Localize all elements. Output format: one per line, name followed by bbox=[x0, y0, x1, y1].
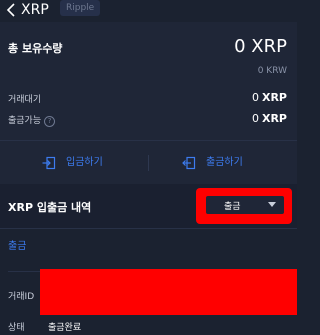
back-arrow-icon[interactable] bbox=[4, 0, 20, 20]
coin-name-badge: Ripple bbox=[60, 0, 101, 16]
available-unit: XRP bbox=[261, 112, 287, 125]
status-label: 상태 bbox=[8, 323, 25, 333]
available-label: 출금가능 bbox=[8, 116, 42, 126]
total-holdings-value: 0 XRP bbox=[234, 36, 287, 57]
coin-symbol: XRP bbox=[21, 2, 49, 18]
txid-label: 거래ID bbox=[8, 292, 35, 302]
withdraw-icon bbox=[182, 156, 196, 170]
pending-amount: 0 bbox=[251, 91, 259, 104]
history-filter-dropdown[interactable]: 출금 bbox=[206, 196, 284, 214]
chevron-down-icon bbox=[268, 202, 276, 207]
action-divider bbox=[148, 155, 149, 171]
history-tab-bar: 출금 bbox=[0, 228, 297, 261]
available-amount: 0 bbox=[251, 112, 259, 125]
withdraw-label: 출금하기 bbox=[206, 157, 243, 168]
total-krw-value: 0 KRW bbox=[257, 66, 287, 76]
txid-redacted-block bbox=[40, 269, 297, 315]
top-header: XRP Ripple bbox=[0, 0, 297, 22]
tab-withdraw[interactable]: 출금 bbox=[8, 237, 26, 252]
deposit-icon bbox=[42, 156, 56, 170]
help-icon[interactable]: ? bbox=[44, 116, 56, 127]
pending-label: 거래대기 bbox=[8, 95, 42, 105]
pending-unit: XRP bbox=[261, 91, 287, 104]
history-filter-value: 출금 bbox=[224, 202, 241, 212]
available-value: 0 XRP bbox=[252, 112, 287, 125]
deposit-label: 입금하기 bbox=[66, 157, 103, 168]
history-title: XRP 입출금 내역 bbox=[8, 201, 92, 214]
status-value: 출금완료 bbox=[48, 323, 82, 333]
available-label-row: 출금가능? bbox=[8, 113, 56, 127]
action-bar: 입금하기 출금하기 bbox=[0, 140, 297, 185]
holdings-summary: 총 보유수량 0 XRP 0 KRW 거래대기 0 XRP 출금가능? 0 XRP bbox=[0, 22, 297, 140]
total-holdings-label: 총 보유수량 bbox=[8, 42, 63, 55]
transaction-detail: 거래ID 상태 출금완료 bbox=[0, 260, 297, 335]
withdraw-button[interactable]: 출금하기 bbox=[182, 141, 262, 185]
pending-value: 0 XRP bbox=[252, 91, 287, 104]
deposit-button[interactable]: 입금하기 bbox=[42, 141, 122, 185]
